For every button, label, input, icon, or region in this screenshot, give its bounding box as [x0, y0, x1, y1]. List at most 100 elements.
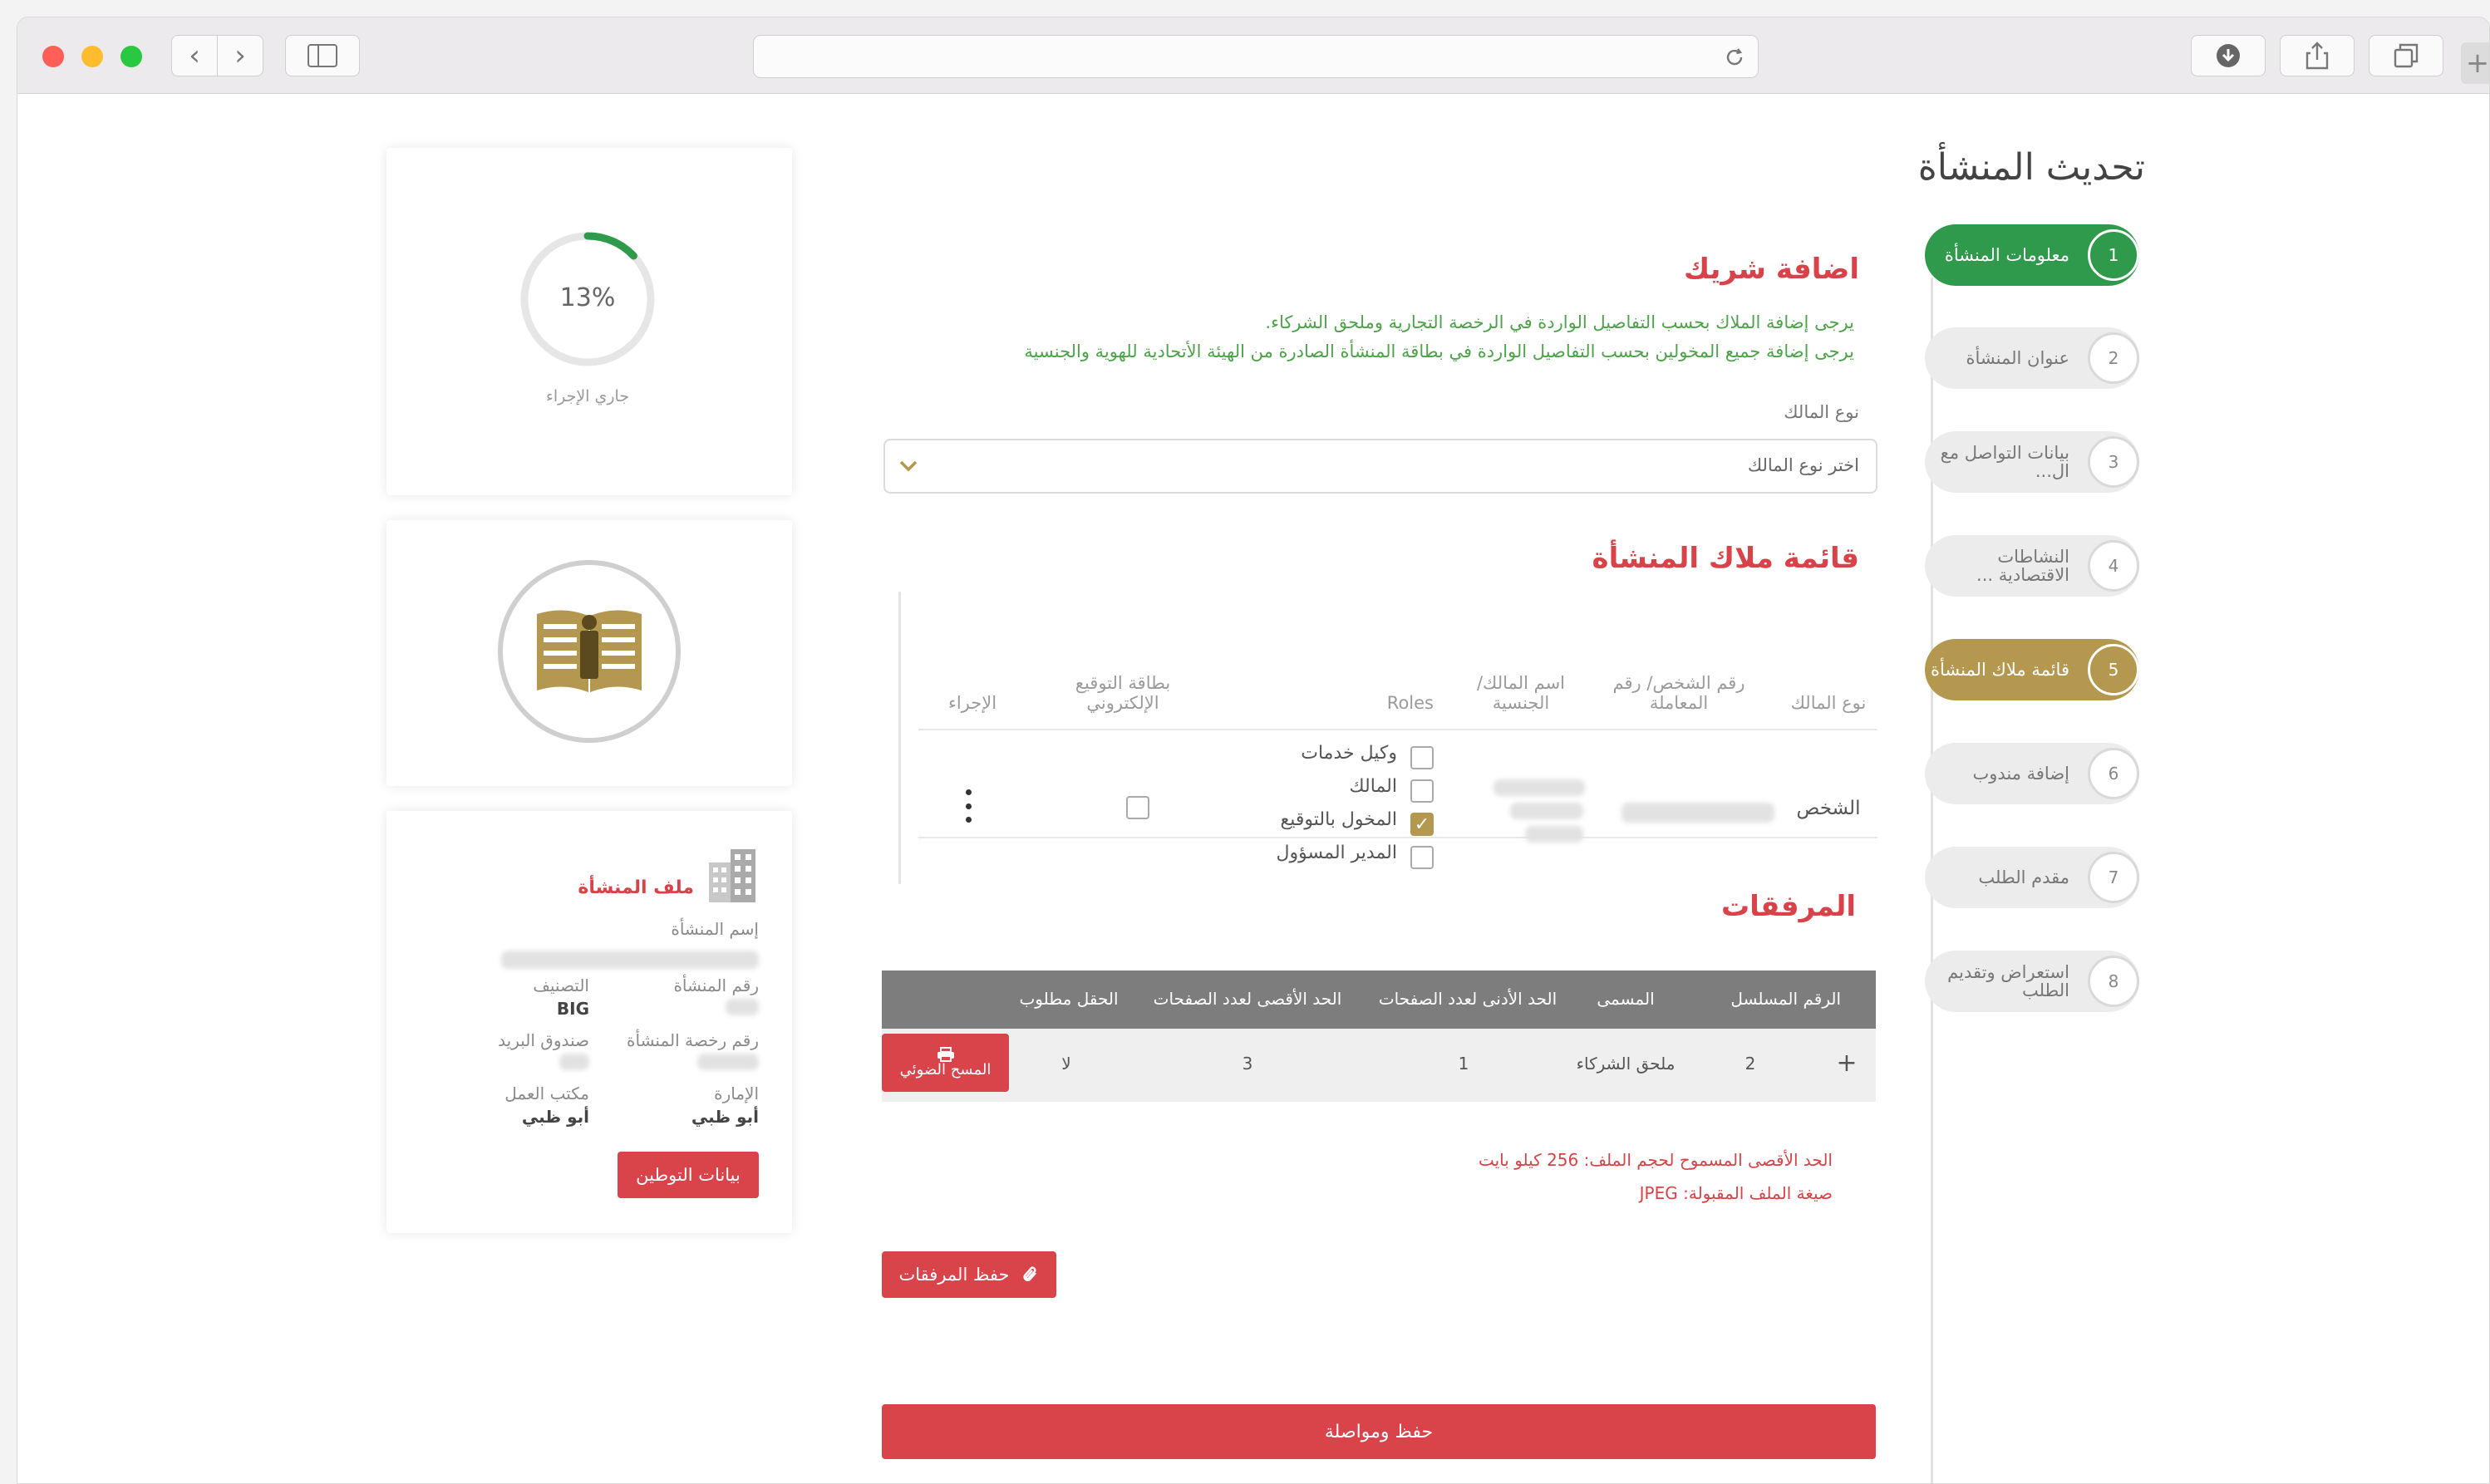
col-serial: الرقم المسلسل	[1730, 989, 1841, 1009]
role-label: المدير المسؤول	[1276, 843, 1397, 863]
attachments-row: + 2 ملحق الشركاء 1 3 لا المسح الضوئي	[882, 1029, 1876, 1102]
step-5[interactable]: 5 قائمة ملاك المنشأة	[1925, 639, 2139, 700]
step-number: 4	[2088, 540, 2139, 592]
step-7[interactable]: 7 مقدم الطلب	[1925, 847, 2139, 908]
owner-type-placeholder: اختر نوع المالك	[1747, 455, 1859, 475]
redacted-license	[697, 1054, 759, 1070]
license-label: رقم رخصة المنشأة	[627, 1030, 759, 1050]
browser-toolbar: ‹ › +	[17, 17, 2489, 94]
redacted-pobox	[559, 1054, 589, 1070]
attachments-title: المرفقات	[1720, 890, 1856, 923]
reload-icon[interactable]	[1723, 46, 1746, 69]
save-continue-button[interactable]: حفظ ومواصلة	[882, 1404, 1876, 1459]
progress-card: 13% جاري الإجراء	[386, 148, 792, 495]
share-icon	[2305, 42, 2329, 70]
more-vertical-icon[interactable]	[960, 789, 977, 823]
back-button[interactable]: ‹	[171, 35, 218, 76]
name-label: إسم المنشأة	[671, 919, 759, 939]
tabs-icon	[2394, 43, 2419, 68]
expand-row-button[interactable]: +	[1834, 1049, 1859, 1078]
col-action: الإجراء	[947, 693, 997, 713]
row-required: لا	[1061, 1054, 1071, 1074]
tabs-overview-button[interactable]	[2369, 35, 2443, 76]
row-owner-type: الشخص	[1796, 798, 1861, 819]
sidebar-toggle-button[interactable]	[285, 35, 360, 76]
emirate-value: أبو ظبي	[691, 1107, 759, 1127]
step-3[interactable]: 3 بيانات التواصل مع ال...	[1925, 431, 2139, 493]
step-number: 7	[2088, 852, 2139, 903]
redacted-establishment-name	[501, 951, 759, 969]
step-2[interactable]: 2 عنوان المنشأة	[1925, 327, 2139, 389]
chevron-left-icon: ‹	[189, 39, 200, 72]
address-bar[interactable]	[753, 35, 1759, 78]
esign-checkbox[interactable]	[1126, 796, 1149, 819]
role-checkbox[interactable]	[1410, 846, 1434, 869]
role-label: وكيل خدمات	[1301, 743, 1397, 764]
step-label: النشاطات الاقتصادية ...	[1976, 547, 2069, 585]
step-4[interactable]: 4 النشاطات الاقتصادية ...	[1925, 535, 2139, 597]
guide-card[interactable]	[386, 520, 792, 786]
col-owner-type: نوع المالك	[1790, 693, 1867, 713]
step-8[interactable]: 8 استعراض وتقديم الطلب	[1925, 951, 2139, 1012]
col-esign: بطاقة التوقيع الإلكتروني	[1075, 673, 1171, 713]
pobox-label: صندوق البريد	[498, 1030, 589, 1050]
add-partner-title: اضافة شريك	[1683, 253, 1859, 286]
minimize-window-button[interactable]	[81, 46, 103, 67]
download-icon	[2217, 44, 2240, 67]
role-label: المالك	[1349, 776, 1397, 797]
format-note: صيغة الملف المقبولة: JPEG	[1639, 1183, 1833, 1203]
office-label: مكتب العمل	[504, 1084, 589, 1103]
role-checkbox[interactable]	[1410, 779, 1434, 803]
owners-note: يرجى إضافة الملاك بحسب التفاصيل الواردة …	[1265, 312, 1854, 332]
col-required: الحقل مطلوب	[1019, 989, 1119, 1009]
role-checkbox[interactable]	[1410, 746, 1434, 769]
sidebar-icon	[308, 44, 337, 67]
share-button[interactable]	[2280, 35, 2355, 76]
establishment-title: ملف المنشأة	[578, 877, 694, 898]
zoom-window-button[interactable]	[121, 46, 142, 67]
col-person-no: رقم الشخص/ رقم المعاملة	[1612, 673, 1745, 713]
header-divider	[918, 729, 1877, 730]
row-name: ملحق الشركاء	[1576, 1054, 1676, 1074]
owners-table: نوع المالك رقم الشخص/ رقم المعاملة اسم ا…	[885, 592, 1877, 884]
step-label: معلومات المنشأة	[1944, 245, 2069, 265]
page-content: تحديث المنشأة 1 معلومات المنشأة 2 عنوان الم…	[17, 95, 2489, 1483]
emiratisation-button[interactable]: بيانات التوطين	[618, 1152, 759, 1198]
step-6[interactable]: 6 إضافة مندوب	[1925, 743, 2139, 804]
forward-button[interactable]: ›	[217, 35, 263, 76]
step-number: 3	[2088, 436, 2139, 488]
printer-icon	[937, 1047, 954, 1062]
downloads-button[interactable]	[2191, 35, 2266, 76]
book-icon	[537, 610, 642, 692]
redacted-owner-name	[1510, 803, 1583, 819]
owner-type-select[interactable]: اختر نوع المالك	[883, 439, 1877, 494]
paperclip-icon	[1022, 1266, 1036, 1282]
new-tab-button[interactable]: +	[2461, 42, 2490, 84]
browser-window: ‹ › + تحديث المنشأة 1 معلومات المنشأة 2 عنو	[17, 17, 2490, 1484]
row-serial: 2	[1744, 1054, 1756, 1074]
building-icon	[709, 849, 755, 902]
establishment-card: ملف المنشأة إسم المنشأة رقم المنشأة التص…	[386, 811, 792, 1233]
save-attachments-label: حفظ المرفقات	[898, 1265, 1010, 1285]
roles-checkbox-group: وكيل خدمات المالك ✓ المخول بالتوقيع المدير ا…	[1218, 743, 1434, 884]
plus-icon: +	[2465, 47, 2490, 80]
table-scrollbar[interactable]	[898, 592, 901, 884]
scan-button[interactable]: المسح الضوئي	[882, 1034, 1009, 1092]
save-attachments-button[interactable]: حفظ المرفقات	[882, 1251, 1056, 1298]
step-1[interactable]: 1 معلومات المنشأة	[1925, 224, 2139, 286]
authorized-note: يرجى إضافة جميع المخولين بحسب التفاصيل ا…	[1024, 342, 1854, 361]
owner-type-label: نوع المالك	[1784, 402, 1859, 422]
step-label: استعراض وتقديم الطلب	[1947, 962, 2069, 1000]
redacted-nationality	[1525, 826, 1583, 843]
open-book-info-icon[interactable]	[498, 560, 681, 743]
role-label: المخول بالتوقيع	[1280, 809, 1397, 830]
chevron-down-icon	[899, 460, 918, 472]
close-window-button[interactable]	[42, 46, 64, 67]
role-checkbox[interactable]: ✓	[1410, 813, 1434, 836]
col-max-pages: الحد الأقصى لعدد الصفحات	[1153, 989, 1342, 1009]
col-min-pages: الحد الأدنى لعدد الصفحات	[1378, 989, 1557, 1009]
step-number: 8	[2088, 956, 2139, 1007]
step-label: قائمة ملاك المنشأة	[1931, 660, 2069, 680]
scan-button-label: المسح الضوئي	[899, 1061, 992, 1079]
progress-status: جاري الإجراء	[545, 387, 630, 405]
